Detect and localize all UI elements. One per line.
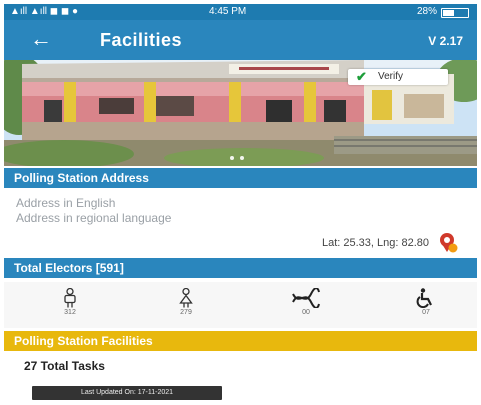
elector-third-gender: 00 xyxy=(286,288,326,316)
female-count: 279 xyxy=(180,309,192,316)
third-gender-icon xyxy=(292,288,320,308)
wheelchair-icon xyxy=(416,288,432,308)
location-pin-icon[interactable] xyxy=(438,232,458,254)
carousel-dot[interactable] xyxy=(230,156,234,160)
lat-lng-text: Lat: 25.33, Lng: 82.80 xyxy=(321,237,429,249)
status-right-text: 28% xyxy=(416,6,437,17)
address-english: Address in English xyxy=(16,196,116,210)
female-icon xyxy=(179,288,193,308)
third-gender-count: 00 xyxy=(302,309,310,316)
verify-button[interactable]: ✔ Verify xyxy=(348,69,448,85)
pwd-count: 07 xyxy=(422,309,430,316)
battery-icon xyxy=(441,8,469,18)
status-bar: ▲ıll ▲ıll ◼ ◼ ● 4:45 PM 28% xyxy=(4,4,477,20)
address-regional: Address in regional language xyxy=(16,211,172,225)
version-label: V 2.17 xyxy=(428,34,463,48)
station-photo[interactable]: ✔ Verify xyxy=(4,60,477,166)
status-time: 4:45 PM xyxy=(209,6,247,17)
carousel-indicator xyxy=(230,156,244,160)
app-bar: ← Facilities V 2.17 xyxy=(4,20,477,60)
status-right: 28% xyxy=(417,4,469,20)
male-count: 312 xyxy=(64,309,76,316)
verify-label: Verify xyxy=(378,71,404,82)
last-updated-toast: Last Updated On: 17-11-2021 xyxy=(32,386,222,400)
address-section-header: Polling Station Address xyxy=(4,168,477,188)
status-icons: ▲ıll ▲ıll ◼ ◼ ● xyxy=(10,6,78,17)
electors-row: 312 279 00 07 xyxy=(4,282,477,328)
total-tasks-label[interactable]: 27 Total Tasks xyxy=(24,359,105,373)
electors-section-header: Total Electors [591] xyxy=(4,258,477,278)
facilities-section-header: Polling Station Facilities xyxy=(4,331,477,351)
check-icon: ✔ xyxy=(356,69,367,84)
page-title: Facilities xyxy=(100,30,183,50)
carousel-dot[interactable] xyxy=(240,156,244,160)
app-screen: ▲ıll ▲ıll ◼ ◼ ● 4:45 PM 28% ← Facilities… xyxy=(4,4,477,403)
back-arrow-icon[interactable]: ← xyxy=(30,26,52,52)
elector-pwd: 07 xyxy=(406,288,446,316)
elector-male: 312 xyxy=(50,288,90,316)
elector-female: 279 xyxy=(166,288,206,316)
male-icon xyxy=(64,288,76,308)
